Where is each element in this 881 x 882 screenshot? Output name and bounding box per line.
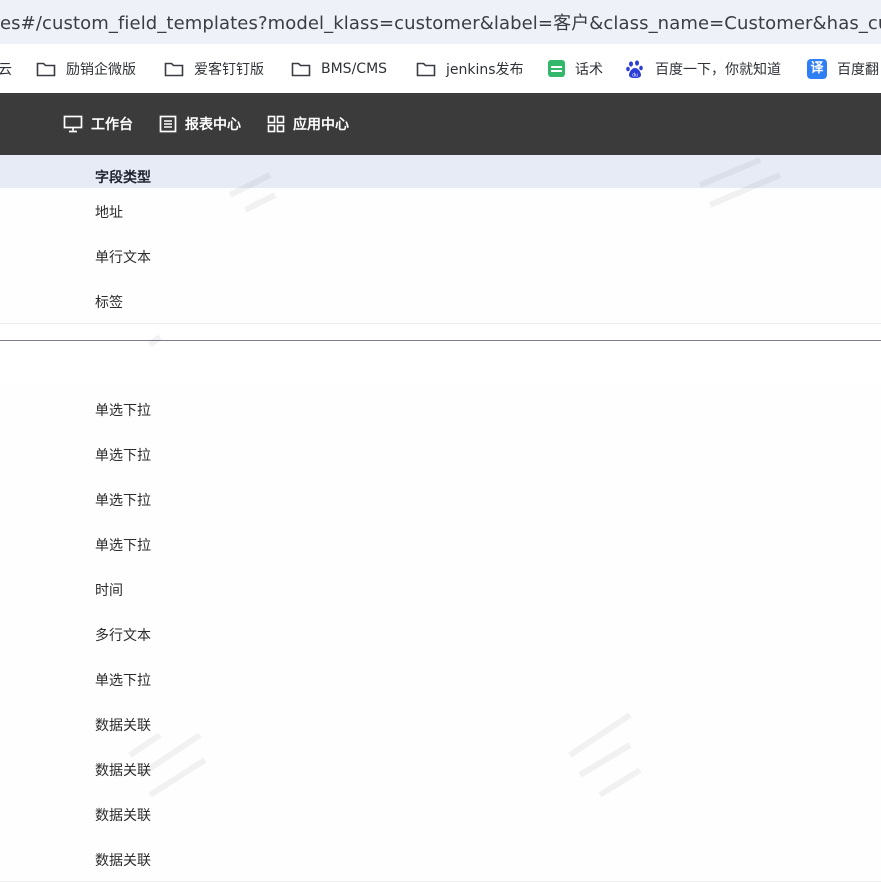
- bookmark-label: 爱客钉钉版: [194, 61, 264, 78]
- bookmark-folder-lixiao[interactable]: 励销企微版: [36, 44, 136, 93]
- folder-icon: [416, 62, 436, 76]
- field-type-cell: 单选下拉: [95, 673, 151, 689]
- table-row[interactable]: 数据关联: [0, 746, 881, 792]
- field-type-cell: 标签: [95, 295, 123, 311]
- monitor-icon: [63, 115, 83, 133]
- bookmark-yun[interactable]: 云: [0, 44, 12, 93]
- column-header-field-type: 字段类型: [95, 170, 151, 186]
- field-type-cell: 单选下拉: [95, 493, 151, 509]
- grid-icon: [267, 115, 285, 133]
- bookmark-baidu[interactable]: du 百度一下，你就知道: [625, 44, 781, 93]
- nav-workbench[interactable]: 工作台: [63, 93, 133, 155]
- table-row[interactable]: 数据关联: [0, 836, 881, 882]
- nav-label: 工作台: [91, 117, 133, 133]
- field-type-cell: 单选下拉: [95, 403, 151, 419]
- nav-label: 报表中心: [185, 117, 241, 133]
- bookmark-baidu-fanyi[interactable]: 译 百度翻: [807, 44, 879, 93]
- table-row[interactable]: 单选下拉: [0, 476, 881, 522]
- table-row[interactable]: 单行文本: [0, 233, 881, 279]
- field-type-cell: 单行文本: [95, 250, 151, 266]
- field-type-cell: 单选下拉: [95, 448, 151, 464]
- field-type-cell: 时间: [95, 583, 123, 599]
- app-header: 工作台 报表中心 应用中心: [0, 93, 881, 155]
- folder-icon: [164, 62, 184, 76]
- table-row[interactable]: 地址: [0, 188, 881, 234]
- table-row[interactable]: 多行文本: [0, 611, 881, 657]
- report-icon: [159, 115, 177, 133]
- field-type-cell: 数据关联: [95, 763, 151, 779]
- table-row[interactable]: [0, 341, 881, 387]
- address-bar[interactable]: es#/custom_field_templates?model_klass=c…: [0, 0, 881, 44]
- bookmark-label: 百度翻: [837, 61, 879, 78]
- translate-icon: 译: [807, 58, 827, 79]
- bookmark-label: 云: [0, 61, 12, 78]
- field-type-cell: 数据关联: [95, 808, 151, 824]
- table-row[interactable]: 时间: [0, 566, 881, 612]
- bookmark-folder-bms[interactable]: BMS/CMS: [291, 44, 387, 93]
- bookmark-label: jenkins发布: [446, 61, 524, 78]
- field-type-cell: 数据关联: [95, 853, 151, 869]
- bookmark-label: 百度一下，你就知道: [655, 61, 781, 78]
- table-row[interactable]: 标签: [0, 278, 881, 324]
- table-row[interactable]: 单选下拉: [0, 521, 881, 567]
- bookmark-huashu[interactable]: 话术: [548, 44, 603, 93]
- field-type-cell: 地址: [95, 205, 123, 221]
- bookmark-folder-jenkins[interactable]: jenkins发布: [416, 44, 524, 93]
- bookmark-folder-aike[interactable]: 爱客钉钉版: [164, 44, 264, 93]
- url-text[interactable]: es#/custom_field_templates?model_klass=c…: [0, 9, 881, 35]
- field-type-cell: 多行文本: [95, 628, 151, 644]
- folder-icon: [36, 62, 56, 76]
- folder-icon: [291, 62, 311, 76]
- bookmark-label: BMS/CMS: [321, 60, 388, 77]
- field-type-cell: 数据关联: [95, 718, 151, 734]
- table-row[interactable]: 单选下拉: [0, 431, 881, 477]
- svg-text:du: du: [632, 72, 638, 78]
- table-row[interactable]: 数据关联: [0, 701, 881, 747]
- table-row[interactable]: 单选下拉: [0, 656, 881, 702]
- table-row[interactable]: 单选下拉: [0, 386, 881, 432]
- nav-app-center[interactable]: 应用中心: [267, 93, 349, 155]
- nav-label: 应用中心: [293, 117, 349, 133]
- bookmark-label: 话术: [575, 61, 603, 78]
- nav-report-center[interactable]: 报表中心: [159, 93, 241, 155]
- bookmark-label: 励销企微版: [66, 61, 136, 78]
- table-row[interactable]: 数据关联: [0, 791, 881, 837]
- bookmarks-bar: 云 励销企微版 爱客钉钉版 BMS/CMS jenkins发布 话术 du 百度…: [0, 44, 881, 93]
- baidu-paw-icon: du: [626, 59, 643, 78]
- sheet-icon: [548, 60, 565, 77]
- field-type-cell: 单选下拉: [95, 538, 151, 554]
